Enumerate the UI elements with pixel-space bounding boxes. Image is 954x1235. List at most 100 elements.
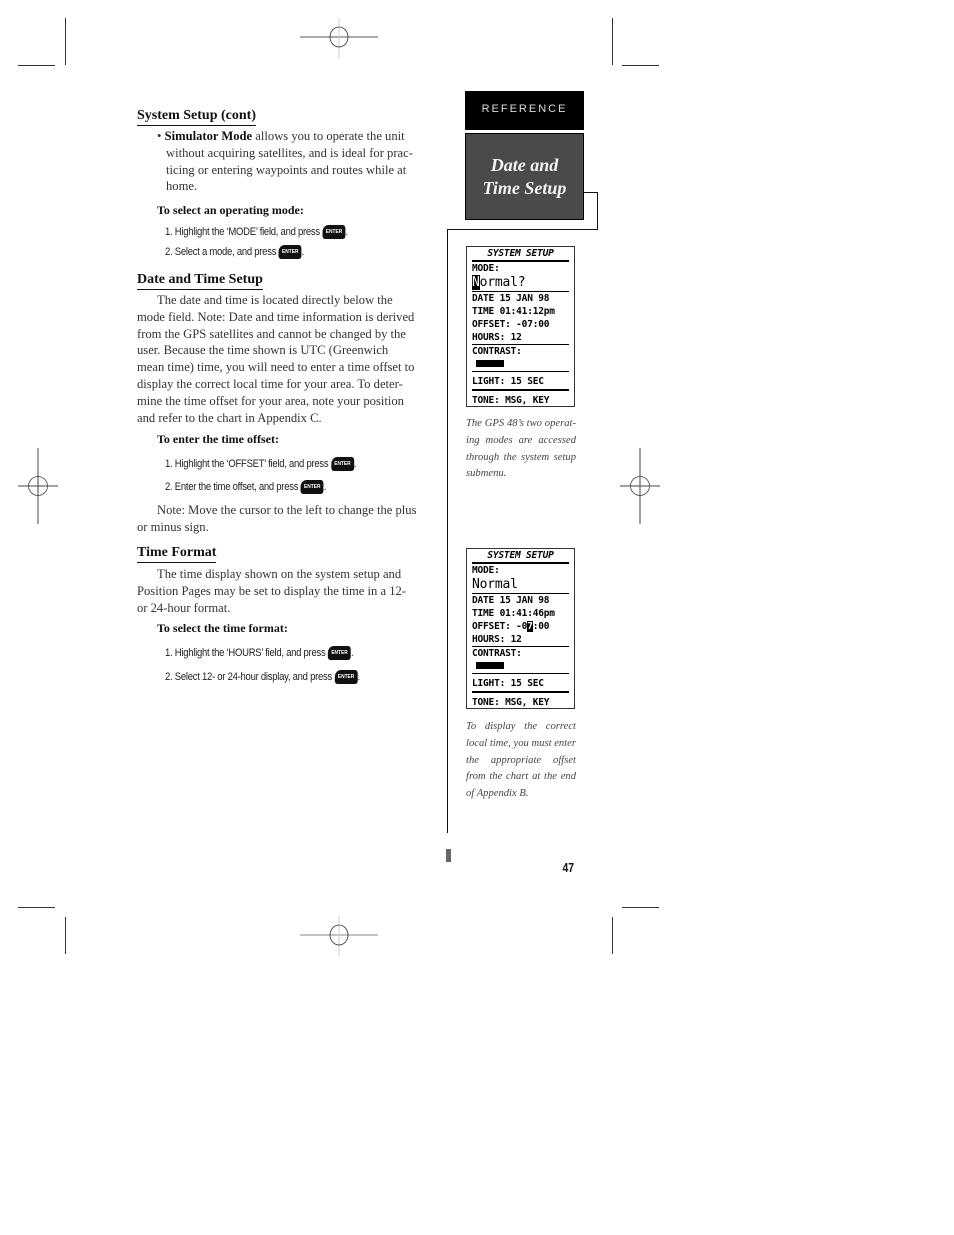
step-text: 2. Enter the time offset, and press — [165, 480, 299, 493]
offset-note: Note: Move the cursor to the left to cha… — [137, 502, 427, 536]
procedure-title: To enter the time offset: — [157, 432, 279, 446]
date-time-paragraph: The date and time is located directly be… — [137, 292, 427, 426]
light-field: LIGHT: 15 SEC — [472, 371, 569, 389]
screen-header: SYSTEM SETUP — [472, 549, 569, 564]
crop-mark — [18, 907, 55, 908]
page-number: 47 — [562, 860, 575, 875]
step-text: 1. Highlight the ‘OFFSET’ field, and pre… — [165, 457, 329, 470]
para-line: or minus sign. — [137, 519, 209, 534]
para-line: The time display shown on the system set… — [157, 567, 402, 581]
section-heading-date-time: Date and Time Setup — [137, 271, 263, 290]
figure-caption: The GPS 48’s two operat-ing modes are ac… — [466, 418, 576, 480]
date-field: DATE 15 JAN 98 — [472, 293, 550, 304]
procedure-title: To select an operating mode: — [157, 203, 304, 217]
procedure-step: 1. Highlight the ‘HOURS’ field, and pres… — [165, 646, 354, 660]
reference-tab: REFERENCE — [465, 91, 584, 130]
offset-field: OFFSET: -07:00 — [472, 318, 569, 331]
enter-key-icon: ENTER — [328, 646, 351, 660]
step-text: 2. Select a mode, and press — [165, 245, 277, 258]
time-field: TIME 01:41:46pm — [472, 608, 555, 619]
para-line: mine the time offset for your area, note… — [137, 393, 404, 408]
contrast-bar — [476, 662, 504, 669]
bullet-text: home. — [166, 179, 198, 194]
bullet-text: ticing or entering waypoints and routes … — [166, 162, 407, 177]
mode-value-text: ormal? — [479, 275, 526, 290]
para-line: Note: Move the cursor to the left to cha… — [157, 503, 417, 517]
date-field: DATE 15 JAN 98 — [472, 595, 550, 606]
screen-header: SYSTEM SETUP — [472, 247, 569, 262]
offset-text: OFFSET: -0 — [472, 621, 528, 632]
tone-field: TONE: MSG, KEY — [472, 389, 569, 408]
para-line: The date and time is located directly be… — [157, 293, 393, 307]
procedure-step: 2. Select 12- or 24-hour display, and pr… — [165, 670, 360, 684]
step-text: 2. Select 12- or 24-hour display, and pr… — [165, 670, 332, 683]
para-line: display the correct local time for your … — [137, 376, 403, 391]
light-field: LIGHT: 15 SEC — [472, 673, 569, 691]
crop-mark — [65, 18, 66, 65]
crop-mark — [612, 917, 613, 954]
mode-value: Normal — [472, 577, 569, 594]
column-divider — [447, 229, 448, 833]
contrast-label: CONTRAST: — [472, 344, 569, 358]
page-tab-marker — [446, 849, 451, 862]
column-divider — [447, 229, 598, 230]
step-text: 1. Highlight the ‘HOURS’ field, and pres… — [165, 646, 326, 659]
column-divider — [582, 192, 598, 193]
procedure-step: 2. Enter the time offset, and press ENTER… — [165, 480, 327, 494]
hours-field: HOURS: 12 — [472, 634, 522, 645]
section-heading-system-setup: System Setup (cont) — [137, 107, 256, 126]
enter-key-icon: ENTER — [300, 480, 324, 494]
registration-mark-icon — [18, 448, 58, 524]
procedure-title: To select the time format: — [157, 621, 288, 635]
crop-mark — [622, 65, 659, 66]
mode-value: Normal? — [472, 275, 569, 292]
para-line: or 24-hour format. — [137, 600, 231, 615]
mode-label: MODE: — [472, 565, 500, 576]
registration-mark-icon — [300, 916, 378, 956]
procedure-step: 1. Highlight the ‘MODE’ field, and press… — [165, 225, 348, 239]
column-divider — [597, 192, 598, 230]
contrast-bar-row — [472, 358, 569, 371]
hours-field: HOURS: 12 — [472, 332, 522, 343]
crop-mark — [65, 917, 66, 954]
step-text: 1. Highlight the ‘MODE’ field, and press — [165, 225, 320, 238]
crop-mark — [18, 65, 55, 66]
section-title: Date and Time Setup — [482, 154, 567, 198]
cursor: N — [472, 275, 480, 290]
contrast-label: CONTRAST: — [472, 646, 569, 660]
bullet-simulator-mode: • Simulator Mode allows you to operate t… — [157, 128, 427, 195]
para-line: user. Because the time shown is UTC (Gre… — [137, 343, 389, 358]
section-heading-time-format: Time Format — [137, 544, 217, 563]
section-title-box: Date and Time Setup — [465, 133, 584, 220]
bullet-text: allows you to operate the unit — [252, 129, 405, 143]
registration-mark-icon — [300, 18, 378, 58]
time-format-paragraph: The time display shown on the system set… — [137, 566, 427, 616]
enter-key-icon: ENTER — [322, 225, 346, 239]
para-line: mode field. Note: Date and time informat… — [137, 309, 415, 324]
time-field: TIME 01:41:12pm — [472, 306, 555, 317]
procedure-step: 1. Highlight the ‘OFFSET’ field, and pre… — [165, 457, 357, 471]
crop-mark — [622, 907, 659, 908]
para-line: mean time) time, you will need to enter … — [137, 360, 415, 375]
offset-text: OFFSET: -07:00 — [472, 319, 550, 330]
bullet-term: Simulator Mode — [164, 129, 253, 143]
enter-key-icon: ENTER — [334, 670, 358, 684]
crop-mark — [612, 18, 613, 65]
gps-screen-offset: SYSTEM SETUP MODE: Normal DATE 15 JAN 98… — [466, 548, 575, 709]
mode-value-text: Normal — [472, 577, 518, 592]
gps-screen-mode: SYSTEM SETUP MODE: Normal? DATE 15 JAN 9… — [466, 246, 575, 407]
procedure-step: 2. Select a mode, and press ENTER. — [165, 245, 305, 259]
bullet-text: without acquiring satellites, and is ide… — [166, 145, 413, 160]
offset-field: OFFSET: -07:00 — [472, 620, 569, 633]
tone-field: TONE: MSG, KEY — [472, 691, 569, 710]
para-line: Position Pages may be set to display the… — [137, 583, 406, 598]
para-line: from the GPS satellites and cannot be ch… — [137, 326, 406, 341]
enter-key-icon: ENTER — [331, 457, 354, 471]
mode-label: MODE: — [472, 263, 500, 274]
offset-text: :00 — [532, 621, 550, 632]
bullet-marker: • — [157, 129, 162, 143]
registration-mark-icon — [620, 448, 660, 524]
figure-caption: To display the correct local time, you m… — [466, 721, 576, 800]
enter-key-icon: ENTER — [278, 245, 302, 259]
para-line: and refer to the chart in Appendix C. — [137, 410, 322, 425]
